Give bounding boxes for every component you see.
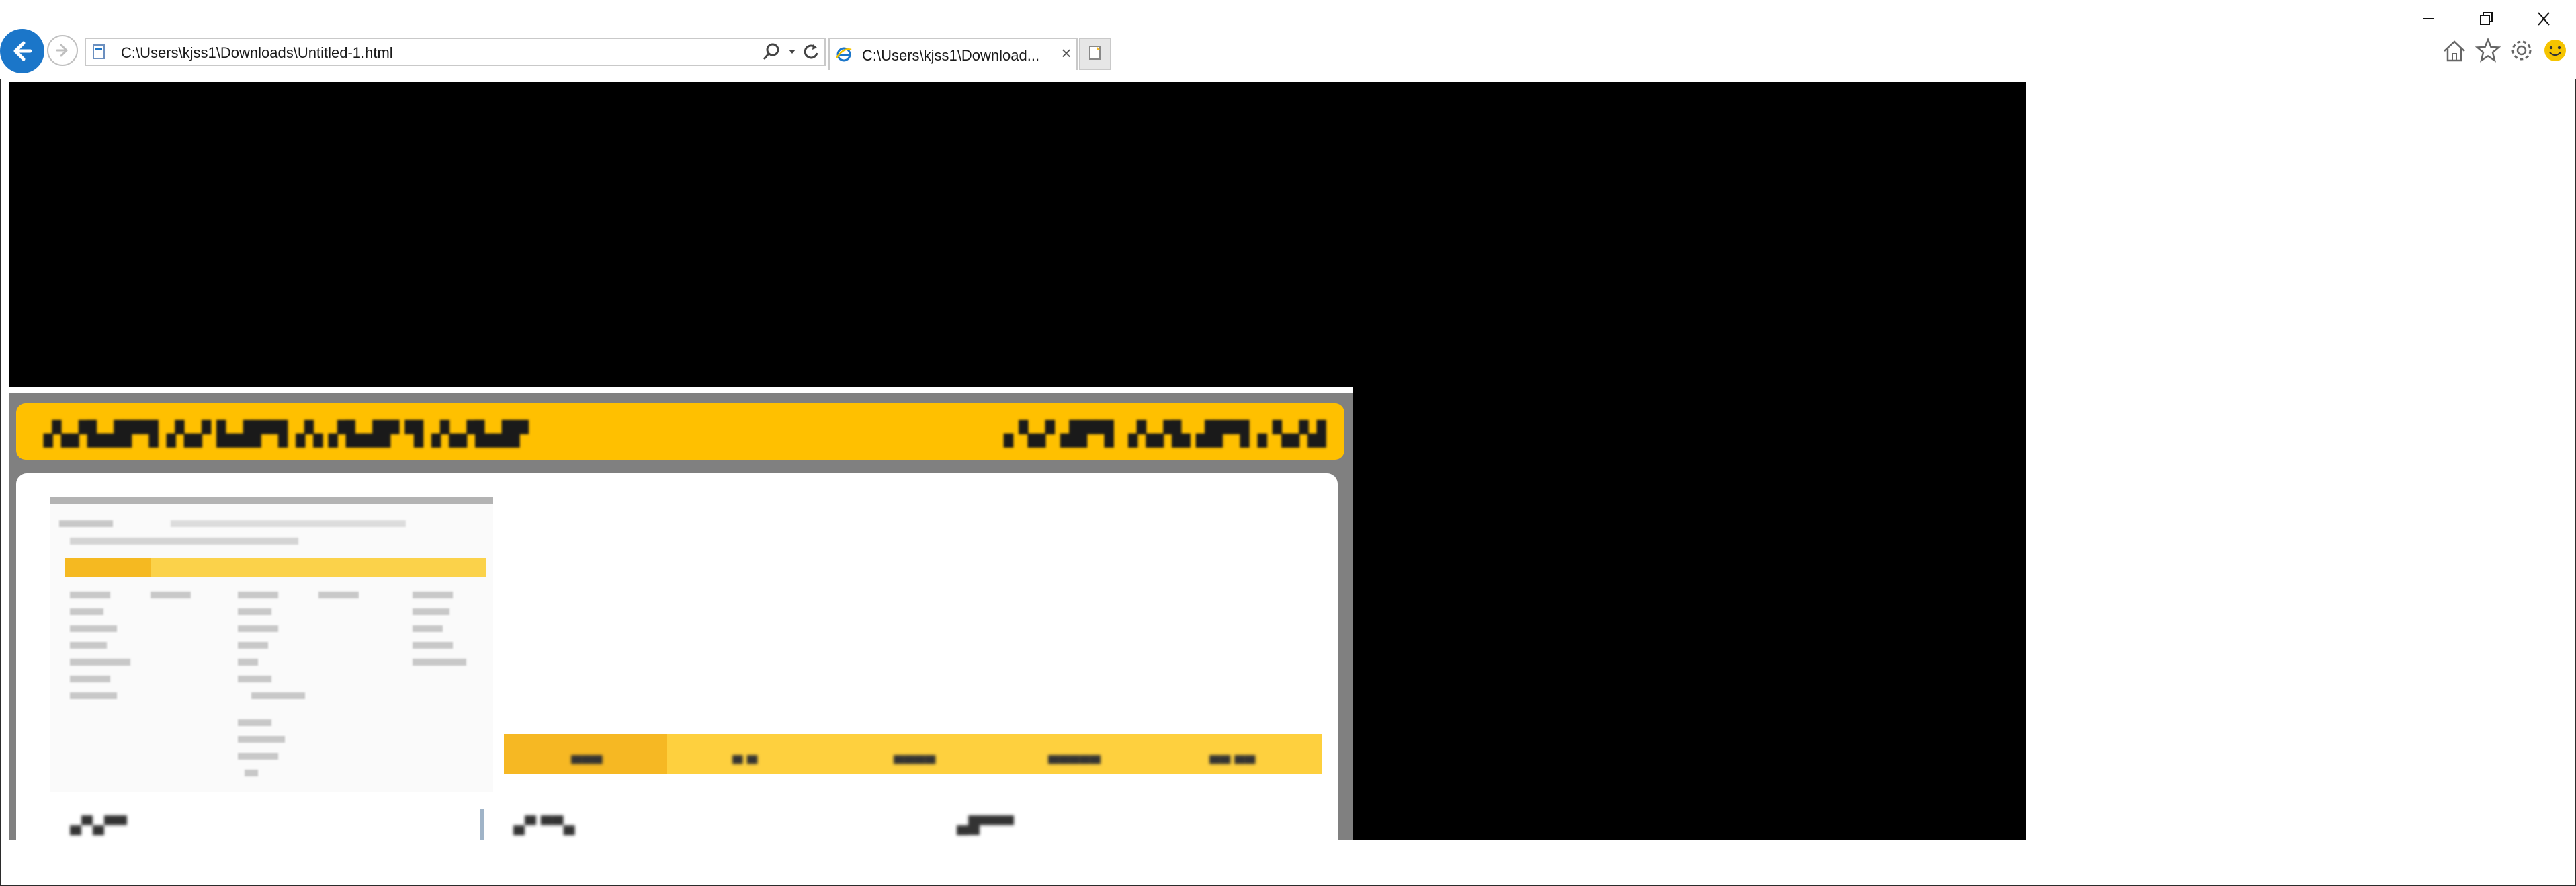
forward-button[interactable]: [47, 35, 78, 66]
menu-item-5[interactable]: ▄▄ ▄▄: [1209, 746, 1255, 764]
header-banner: ▗▚▞▙▟▛▜▗▚▞ ▙▟▛▜▗▚ ▞▙▟▛ ▜▗▚▞▙▟▛ ▗ ▚▞ ▟▛▜ …: [16, 403, 1344, 460]
menu-item-3[interactable]: ▄▄▄▄: [894, 746, 935, 764]
address-text[interactable]: C:\Users\kjss1\Downloads\Untitled-1.html: [121, 44, 393, 62]
close-window-button[interactable]: [2530, 7, 2557, 31]
close-tab-button[interactable]: ×: [1058, 43, 1074, 63]
browser-toolbar: C:\Users\kjss1\Downloads\Untitled-1.html…: [0, 0, 2576, 79]
back-arrow-icon: [13, 41, 32, 61]
new-tab-icon: [1089, 46, 1101, 60]
search-icon[interactable]: [761, 42, 781, 62]
webpage-content: ▗▚▞▙▟▛▜▗▚▞ ▙▟▛▜▗▚ ▞▙▟▛ ▜▗▚▞▙▟▛ ▗ ▚▞ ▟▛▜ …: [9, 387, 1353, 840]
minimize-button[interactable]: [2415, 7, 2442, 31]
scroll-marker: [480, 809, 484, 840]
back-button[interactable]: [0, 29, 44, 73]
home-icon[interactable]: [2440, 36, 2468, 65]
tab-title: C:\Users\kjss1\Download...: [862, 47, 1040, 64]
forward-arrow-icon: [56, 44, 68, 57]
preview-nav: [65, 558, 486, 577]
ie-icon: [835, 47, 852, 62]
new-tab-button[interactable]: [1079, 38, 1111, 70]
address-bar[interactable]: C:\Users\kjss1\Downloads\Untitled-1.html: [85, 38, 826, 66]
star-icon[interactable]: [2474, 36, 2502, 65]
page-icon: [93, 44, 105, 59]
content-panel: ▄▄▄ ▄ ▄ ▄▄▄▄ ▄▄▄▄▄ ▄▄ ▄▄ ▄▀▄▀▀ ▄▀ ▀▀▄ ▄█…: [16, 473, 1338, 840]
menu-item-4[interactable]: ▄▄▄▄▄: [1048, 746, 1101, 764]
menu-item-1[interactable]: ▄▄▄: [571, 746, 603, 764]
banner-links[interactable]: ▗ ▚▞ ▟▛▜ ▗▚▞▙ ▟▛▜▗ ▚▞▟: [995, 421, 1326, 448]
banner-title: ▗▚▞▙▟▛▜▗▚▞ ▙▟▛▜▗▚ ▞▙▟▛ ▜▗▚▞▙▟▛: [35, 421, 529, 447]
section-heading-2: ▄▀ ▀▀▄: [513, 816, 575, 834]
preview-nav-active: [65, 558, 151, 577]
chevron-down-icon[interactable]: [782, 42, 802, 62]
menu-item-2[interactable]: ▄ ▄: [732, 746, 757, 764]
gear-icon[interactable]: [2507, 36, 2536, 65]
section-heading-3: ▄█▀▀▀: [957, 816, 1015, 834]
smiley-icon[interactable]: [2541, 36, 2569, 65]
tab-untitled[interactable]: C:\Users\kjss1\Download... ×: [828, 38, 1078, 70]
refresh-icon[interactable]: [801, 42, 821, 62]
section-heading-1: ▄▀▄▀▀: [70, 816, 128, 834]
restore-button[interactable]: [2473, 7, 2499, 31]
page-preview-thumbnail: [50, 497, 493, 792]
page-top-edge: [9, 387, 1353, 393]
main-menu-bar: ▄▄▄ ▄ ▄ ▄▄▄▄ ▄▄▄▄▄ ▄▄ ▄▄: [504, 734, 1322, 774]
